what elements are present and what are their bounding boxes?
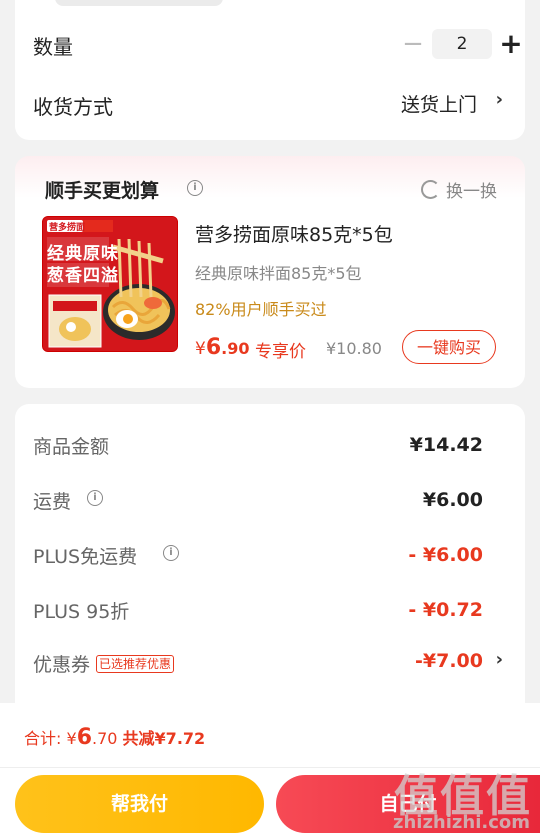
product-name[interactable]: 营多捞面原味85克*5包 — [195, 220, 393, 247]
exclusive-price-label: 专享价 — [255, 342, 306, 362]
quantity-increase-button[interactable]: + — [491, 24, 531, 64]
plus-discount-label: PLUS 95折 — [33, 601, 130, 623]
quantity-value[interactable]: 2 — [432, 29, 492, 59]
coupon-tag: 已选推荐优惠 — [96, 655, 175, 673]
price-details-card: 商品金额 ¥14.42 运费 i ¥6.00 PLUS免运费 i - ¥6.00… — [15, 404, 525, 704]
total-saved: 共减¥7.72 — [122, 729, 206, 748]
refresh-icon — [421, 180, 440, 199]
plus-discount-value: - ¥0.72 — [408, 599, 483, 621]
total-label: 合计: — [24, 729, 62, 748]
subtotal-value: ¥14.42 — [409, 434, 483, 456]
image-brand-text: 营多捞面 — [49, 223, 86, 233]
one-click-buy-button[interactable]: 一键购买 — [402, 330, 496, 364]
image-slogan-2: 葱香四溢 — [47, 266, 119, 286]
shipping-value: ¥6.00 — [422, 489, 483, 511]
info-icon[interactable]: i — [187, 180, 203, 196]
coupon-value: -¥7.00 — [415, 650, 483, 672]
exclusive-price: ¥6.90 — [195, 335, 250, 360]
chevron-right-icon: › — [495, 649, 503, 670]
coupon-label: 优惠券 已选推荐优惠 — [33, 650, 175, 677]
watermark-url: zhizhizhi.com — [392, 812, 530, 833]
plus-free-shipping-value: - ¥6.00 — [408, 544, 483, 566]
quantity-decrease-button[interactable]: − — [389, 26, 437, 62]
bundle-card: 顺手买更划算 i 换一换 营多捞面 经典原味 葱香四溢 营多捞面原味85克*5包… — [15, 156, 525, 388]
refresh-label: 换一换 — [446, 182, 497, 202]
collapsed-handle — [55, 0, 223, 6]
bundle-title: 顺手买更划算 — [45, 180, 160, 202]
subtotal-label: 商品金额 — [33, 436, 110, 458]
plus-free-shipping-label: PLUS免运费 — [33, 546, 138, 568]
chevron-right-icon: › — [495, 89, 503, 110]
original-price: ¥10.80 — [326, 339, 382, 358]
social-proof: 82%用户顺手买过 — [195, 300, 327, 319]
product-image[interactable]: 营多捞面 经典原味 葱香四溢 — [42, 216, 178, 352]
delivery-label: 收货方式 — [33, 95, 113, 119]
refresh-button[interactable]: 换一换 — [421, 177, 497, 202]
shipping-label: 运费 — [33, 491, 72, 513]
info-icon[interactable]: i — [87, 490, 103, 506]
quantity-label: 数量 — [33, 35, 73, 59]
total-amount: ¥6.70 — [66, 725, 118, 750]
delivery-value: 送货上门 — [400, 94, 477, 116]
product-subtitle: 经典原味拌面85克*5包 — [195, 264, 362, 283]
info-icon[interactable]: i — [163, 545, 179, 561]
ask-friend-pay-button[interactable]: 帮我付 — [15, 775, 264, 833]
order-options-card: 数量 − 2 + 收货方式 送货上门 › — [15, 0, 525, 140]
total-summary: 合计: ¥6.70 共减¥7.72 — [24, 725, 205, 750]
